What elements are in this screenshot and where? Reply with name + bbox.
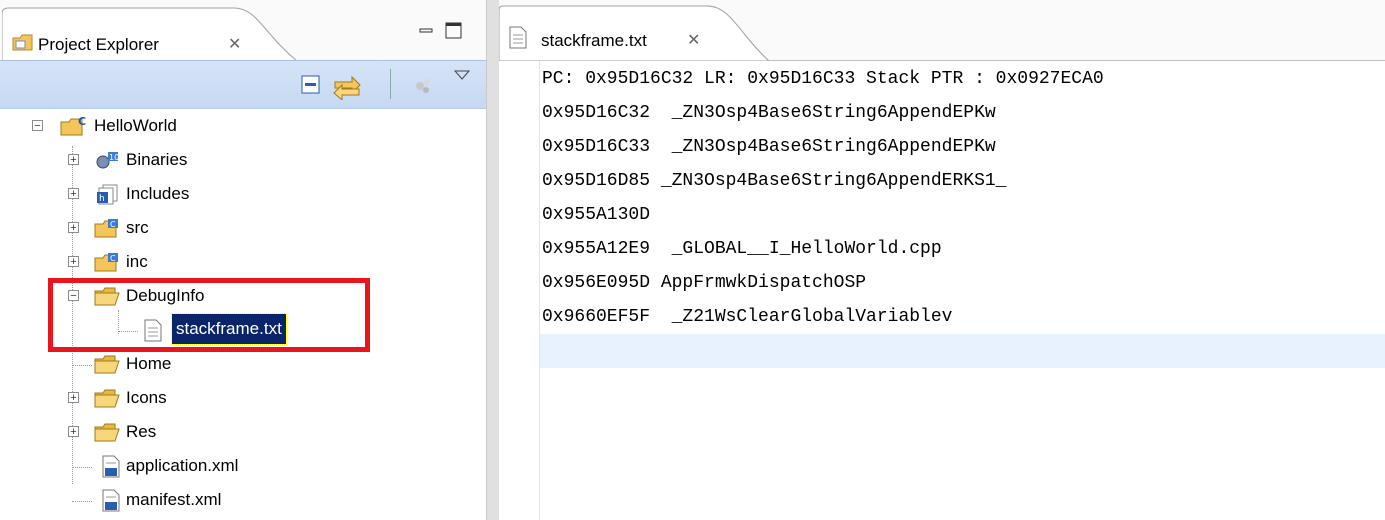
editor-line: PC: 0x95D16C32 LR: 0x95D16C33 Stack PTR … [542, 69, 1104, 89]
tree-item-res[interactable]: + Res [0, 416, 480, 448]
highlight-annotation-box [48, 278, 370, 352]
tree-item-inc[interactable]: + C inc [0, 246, 480, 278]
tree-item-manifest-xml[interactable]: manifest.xml [0, 484, 480, 516]
editor-line: 0x95D16C33 _ZN3Osp4Base6String6AppendEPK… [542, 137, 996, 157]
tree-item-includes[interactable]: + h Includes [0, 178, 480, 210]
view-menu-icon[interactable] [452, 67, 472, 87]
svg-text:C: C [78, 115, 86, 128]
tree-item-helloworld[interactable]: − C HelloWorld [0, 110, 480, 142]
tree-item-application-xml[interactable]: application.xml [0, 450, 480, 482]
project-explorer-panel: Project Explorer ✕ − C HelloWorld + 10 B… [0, 0, 486, 520]
current-line-highlight [540, 334, 1385, 368]
toolbar-separator [390, 69, 391, 99]
svg-text:h: h [99, 194, 105, 204]
c-project-icon: C [60, 115, 90, 142]
tab-title: Project Explorer [38, 35, 159, 54]
tree-item-label: Res [126, 422, 157, 441]
editor-line: 0x955A130D [542, 205, 651, 225]
editor-line: 0x9660EF5F _Z21WsClearGlobalVariablev [542, 307, 953, 327]
editor-panel: stackframe.txt ✕ PC: 0x95D16C32 LR: 0x95… [499, 0, 1385, 520]
source-folder-icon: C [94, 217, 122, 244]
tree-item-label: src [126, 218, 149, 237]
tree-item-label: manifest.xml [126, 490, 222, 509]
tree-item-src[interactable]: + C src [0, 212, 480, 244]
tree-item-label: Home [126, 354, 172, 373]
tree-item-label: inc [126, 252, 148, 271]
editor-line: 0x956E095D AppFrmwkDispatchOSP [542, 273, 867, 293]
svg-text:C: C [110, 254, 116, 263]
editor-line: 0x955A12E9 _GLOBAL__I_HelloWorld.cpp [542, 239, 942, 259]
link-with-editor-icon[interactable] [332, 74, 362, 105]
collapse-all-icon[interactable] [300, 74, 322, 101]
project-explorer-tabbar: Project Explorer ✕ [0, 0, 486, 62]
tree-item-binaries[interactable]: + 10 Binaries [0, 144, 480, 176]
svg-text:10: 10 [109, 153, 119, 162]
editor-tabbar: stackframe.txt ✕ [499, 0, 1385, 61]
filter-icon[interactable] [412, 74, 436, 103]
tree-item-label: application.xml [126, 456, 239, 475]
maximize-icon[interactable] [445, 22, 462, 39]
text-file-icon [507, 26, 529, 55]
tree-item-icons[interactable]: + Icons [0, 382, 480, 414]
expand-toggle[interactable]: + [68, 154, 79, 166]
source-folder-icon: C [94, 251, 122, 278]
expand-toggle[interactable]: + [68, 188, 79, 200]
editor-line: 0x95D16D85 _ZN3Osp4Base6String6AppendERK… [542, 171, 1007, 191]
editor-line: 0x95D16C32 _ZN3Osp4Base6String6AppendEPK… [542, 103, 996, 123]
tree-guide [72, 501, 92, 502]
close-icon[interactable]: ✕ [687, 30, 700, 50]
expand-toggle[interactable]: + [68, 426, 79, 438]
open-folder-icon [94, 353, 122, 380]
editor-ruler [499, 61, 540, 520]
open-folder-icon [94, 387, 122, 414]
tree-item-label: Includes [126, 184, 190, 203]
includes-icon: h [94, 183, 120, 210]
project-explorer-icon [12, 32, 34, 57]
tree-item-label: Icons [126, 388, 167, 407]
tree-item-label: HelloWorld [94, 116, 177, 135]
tree-item-home[interactable]: Home [0, 348, 480, 380]
text-editor[interactable]: PC: 0x95D16C32 LR: 0x95D16C33 Stack PTR … [540, 61, 1385, 520]
panel-divider[interactable] [486, 0, 500, 520]
tab-title: stackframe.txt [541, 31, 647, 50]
collapse-toggle[interactable]: − [32, 120, 43, 132]
explorer-toolbar [0, 60, 486, 109]
minimize-icon[interactable] [418, 24, 434, 40]
tab-project-explorer[interactable]: Project Explorer ✕ [2, 4, 297, 62]
svg-text:C: C [110, 220, 116, 229]
open-folder-icon [94, 421, 122, 448]
close-icon[interactable]: ✕ [228, 34, 241, 54]
tab-stackframe[interactable]: stackframe.txt ✕ [499, 4, 769, 61]
expand-toggle[interactable]: + [68, 392, 79, 404]
tree-item-label: Binaries [126, 150, 188, 169]
tree-guide [72, 365, 92, 366]
expand-toggle[interactable]: + [68, 222, 79, 234]
tree-guide [72, 467, 92, 468]
xml-file-icon [100, 455, 122, 484]
xml-file-icon [100, 489, 122, 518]
binaries-icon: 10 [94, 149, 120, 176]
expand-toggle[interactable]: + [68, 256, 79, 268]
